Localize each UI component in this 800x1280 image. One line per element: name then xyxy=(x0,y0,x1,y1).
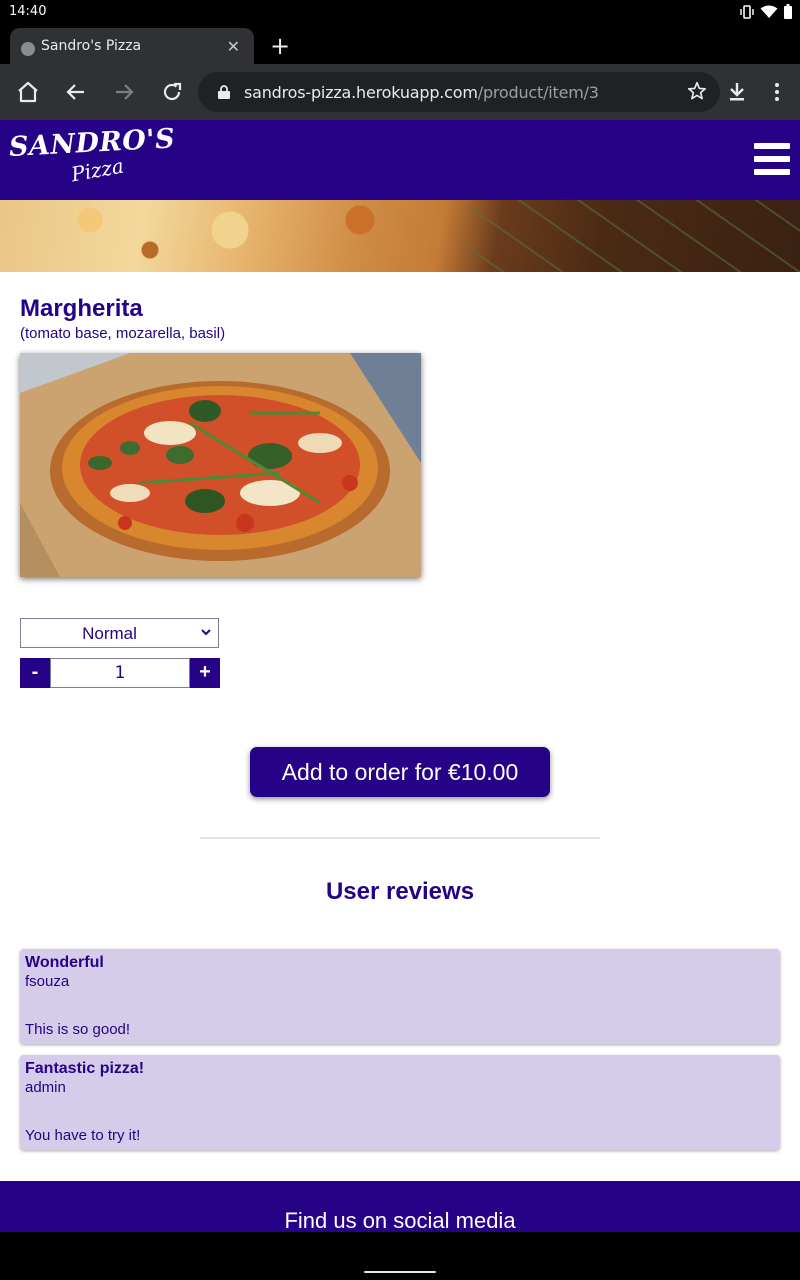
bookmark-star-icon[interactable] xyxy=(686,80,708,102)
site-logo[interactable]: SANDRO'S Pizza xyxy=(8,123,176,192)
quantity-decrement-button[interactable]: - xyxy=(20,658,50,688)
battery-icon xyxy=(784,4,792,19)
vibrate-icon xyxy=(740,4,754,19)
size-select[interactable]: Normal xyxy=(20,618,219,648)
url-path: /product/item/3 xyxy=(477,83,599,102)
address-bar[interactable]: sandros-pizza.herokuapp.com/product/item… xyxy=(198,72,720,112)
tab-title: Sandro's Pizza xyxy=(41,38,142,54)
review-body: You have to try it! xyxy=(25,1127,141,1144)
reviews-heading: User reviews xyxy=(325,878,475,905)
review-author: admin xyxy=(25,1079,66,1096)
quantity-input[interactable]: 1 xyxy=(50,658,190,688)
chevron-down-icon xyxy=(201,629,211,636)
review-body: This is so good! xyxy=(25,1021,131,1038)
review-title: Fantastic pizza! xyxy=(25,1060,145,1077)
section-divider xyxy=(200,837,600,839)
forward-arrow-icon[interactable] xyxy=(112,80,136,104)
wifi-icon xyxy=(760,5,778,18)
gesture-handle[interactable] xyxy=(364,1271,436,1273)
quantity-increment-button[interactable]: + xyxy=(190,658,220,688)
download-icon[interactable] xyxy=(725,80,749,104)
more-menu-icon[interactable] xyxy=(765,80,789,104)
back-arrow-icon[interactable] xyxy=(64,80,88,104)
home-icon[interactable] xyxy=(16,80,40,104)
review-title: Wonderful xyxy=(25,954,104,971)
site-header: SANDRO'S Pizza xyxy=(0,120,800,200)
product-description: (tomato base, mozarella, basil) xyxy=(20,325,226,342)
footer-social-heading: Find us on social media xyxy=(284,1208,516,1233)
size-select-value: Normal xyxy=(82,624,137,643)
review-author: fsouza xyxy=(25,973,70,990)
hamburger-menu-icon[interactable] xyxy=(754,143,790,177)
globe-icon xyxy=(21,42,35,56)
url-text[interactable]: sandros-pizza.herokuapp.com/product/item… xyxy=(244,83,599,102)
lock-icon[interactable] xyxy=(218,85,230,99)
browser-toolbar: sandros-pizza.herokuapp.com/product/item… xyxy=(0,64,800,120)
status-time: 14:40 xyxy=(9,4,47,19)
close-tab-icon[interactable]: ✕ xyxy=(227,37,240,56)
browser-tab[interactable]: Sandro's Pizza ✕ xyxy=(10,28,254,64)
site-footer: Find us on social media xyxy=(0,1181,800,1233)
hero-banner-image xyxy=(0,200,800,272)
add-to-order-button[interactable]: Add to order for €10.00 xyxy=(250,747,550,797)
system-navigation-bar xyxy=(0,1232,800,1280)
logo-main-text: SANDRO'S xyxy=(8,123,176,163)
product-image xyxy=(20,353,421,577)
product-title: Margherita xyxy=(20,295,143,322)
reload-icon[interactable] xyxy=(160,80,184,104)
status-icons xyxy=(740,4,792,19)
new-tab-button[interactable]: + xyxy=(270,32,290,60)
url-host: sandros-pizza.herokuapp.com xyxy=(244,83,478,102)
tab-strip: Sandro's Pizza ✕ + xyxy=(0,24,800,64)
status-bar: 14:40 xyxy=(0,0,800,24)
review-card: Wonderful fsouza This is so good! xyxy=(20,949,780,1044)
review-card: Fantastic pizza! admin You have to try i… xyxy=(20,1055,780,1150)
